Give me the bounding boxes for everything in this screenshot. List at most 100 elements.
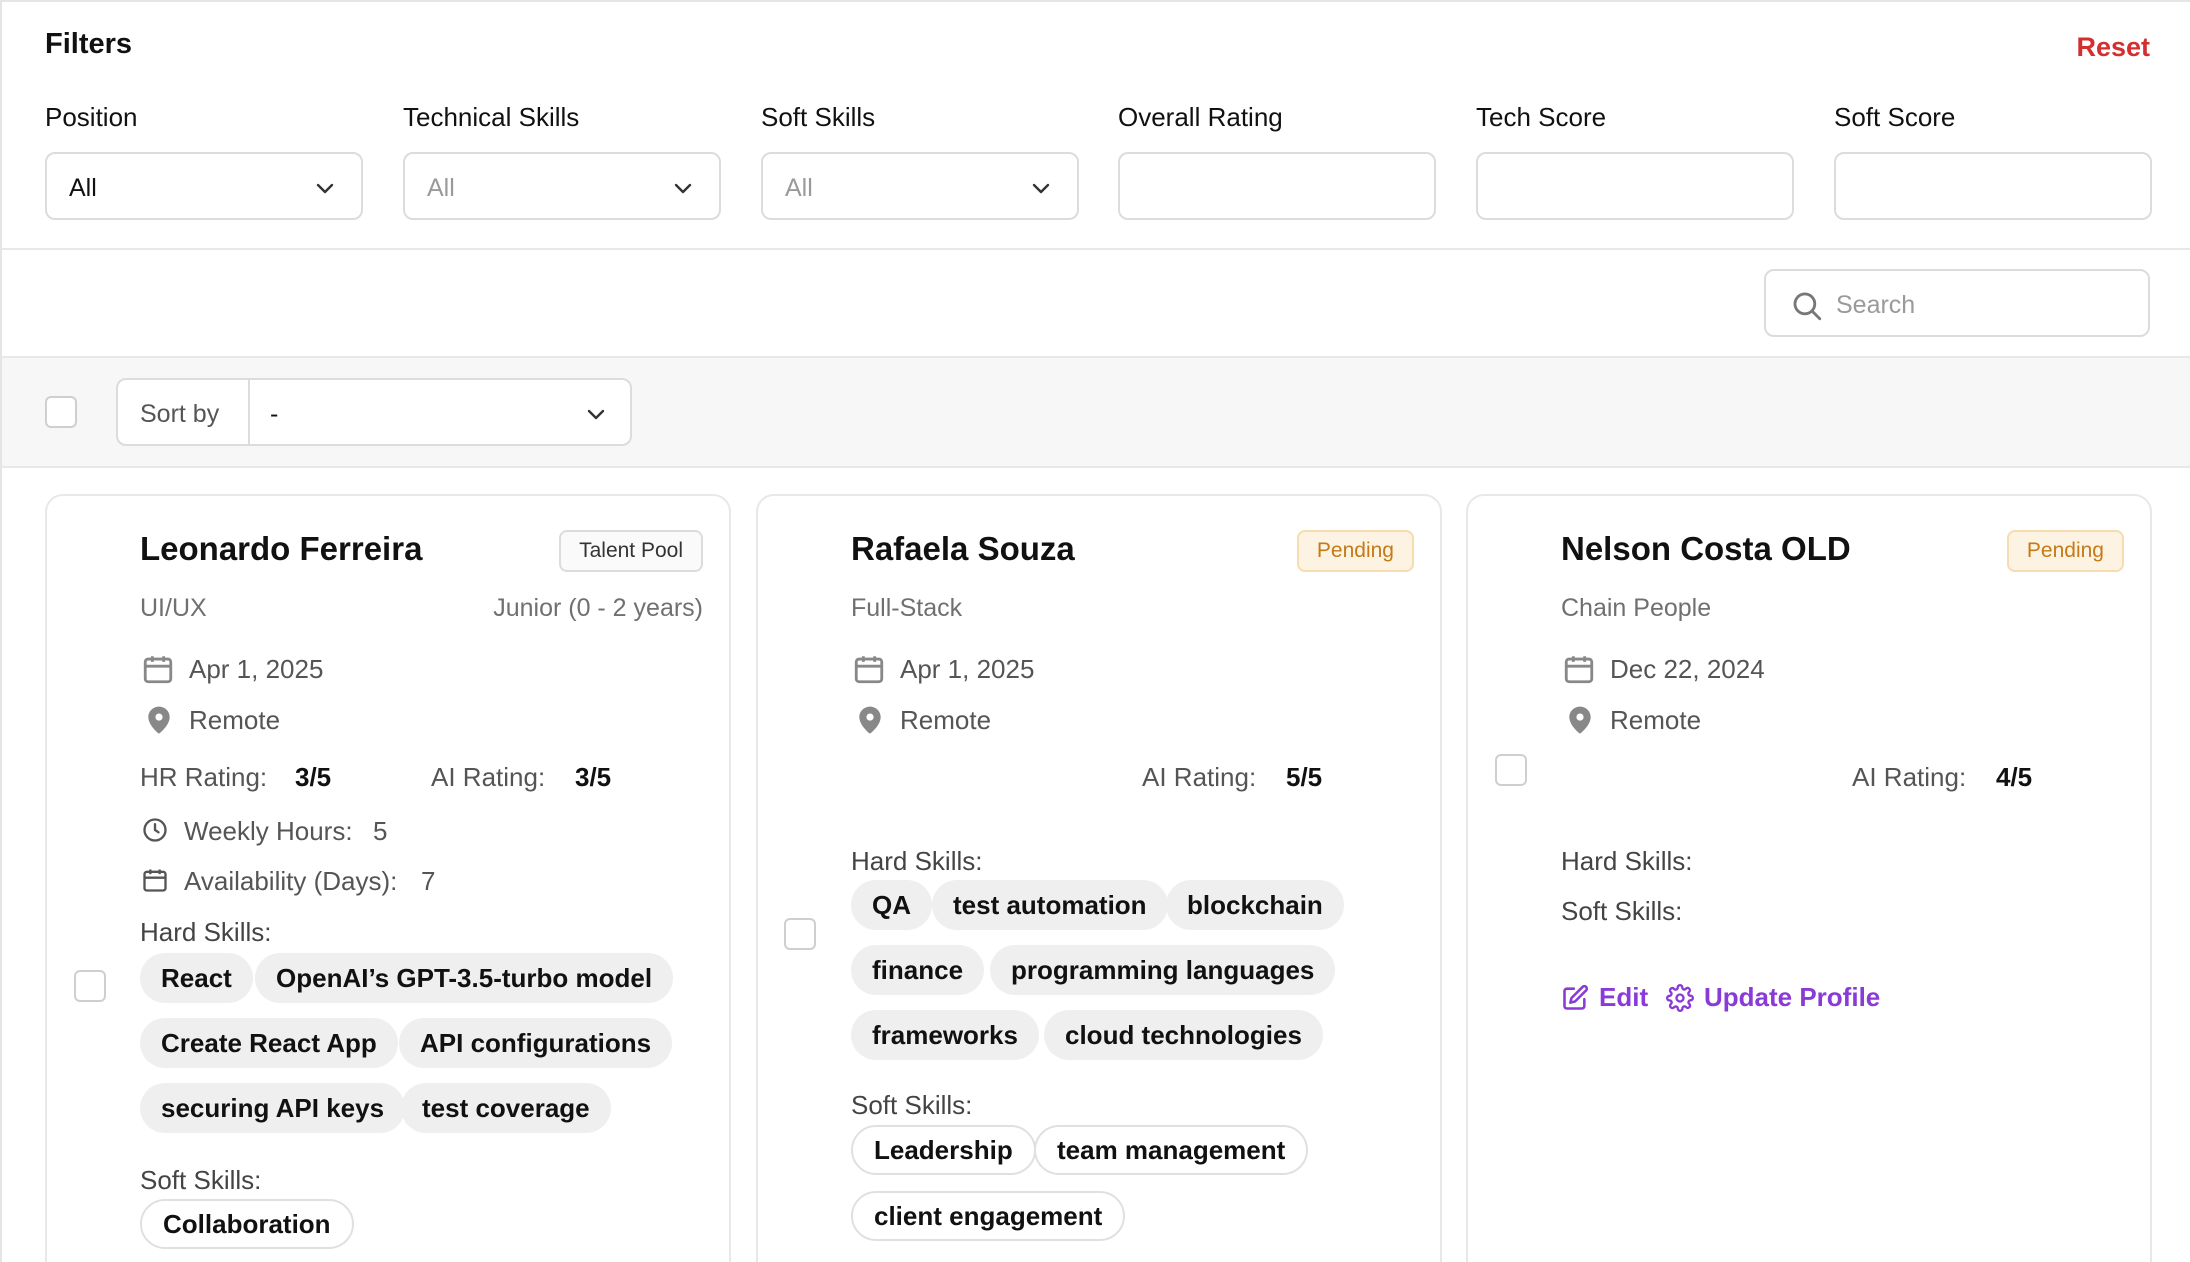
gear-icon <box>1666 983 1694 1012</box>
position-select[interactable]: All <box>45 152 363 220</box>
clock-icon <box>143 818 167 842</box>
candidate-card[interactable]: Nelson Costa OLD Pending Chain People De… <box>1466 494 2152 1262</box>
calendar-icon <box>143 869 167 892</box>
skill-chip: test automation <box>932 880 1168 930</box>
skill-chip: team management <box>1034 1125 1309 1175</box>
calendar-icon <box>854 656 884 684</box>
soft-skills-label: Soft Skills: <box>851 1090 973 1120</box>
hr-rating-value: 3/5 <box>295 762 332 792</box>
hard-skills-label: Hard Skills: <box>1561 846 1693 876</box>
candidate-role: Chain People <box>1561 594 1712 622</box>
edit-button[interactable]: Edit <box>1561 982 1648 1013</box>
soft-skills-label: Soft Skills: <box>1561 896 1683 926</box>
hard-skills-label: Hard Skills: <box>851 846 983 876</box>
filter-label-technical-skills: Technical Skills <box>403 102 580 132</box>
soft-skills-select-value: All <box>785 174 813 202</box>
candidate-seniority: Junior (0 - 2 years) <box>493 594 703 622</box>
chevron-down-icon <box>674 183 692 194</box>
edit-label: Edit <box>1599 982 1649 1012</box>
ai-rating-label: AI Rating: <box>1142 762 1257 792</box>
soft-skills-select[interactable]: All <box>761 152 1079 220</box>
search-input[interactable] <box>1836 285 2126 325</box>
skill-chip: test coverage <box>401 1083 611 1133</box>
weekly-hours-value: 5 <box>373 816 388 846</box>
ai-rating-value: 5/5 <box>1286 762 1323 792</box>
status-badge: Talent Pool <box>559 530 703 572</box>
hr-rating-label: HR Rating: <box>140 762 268 792</box>
divider <box>2 466 2190 468</box>
ai-rating-label: AI Rating: <box>1852 762 1967 792</box>
skill-chip: Collaboration <box>140 1199 354 1249</box>
sort-separator <box>248 380 250 444</box>
search-box[interactable] <box>1764 269 2150 337</box>
skill-chip: client engagement <box>851 1191 1126 1241</box>
candidate-location: Remote <box>900 705 992 735</box>
tech-score-input[interactable] <box>1476 152 1794 220</box>
candidate-checkbox[interactable] <box>784 918 816 950</box>
candidate-date: Apr 1, 2025 <box>189 654 324 684</box>
location-pin-icon <box>1569 706 1591 734</box>
reset-button[interactable]: Reset <box>2076 32 2150 63</box>
divider <box>2 248 2190 250</box>
candidate-name: Rafaela Souza <box>851 530 1075 567</box>
skill-chip: Leadership <box>851 1125 1036 1175</box>
candidate-location: Remote <box>189 705 281 735</box>
filter-label-tech-score: Tech Score <box>1476 102 1607 132</box>
chevron-down-icon <box>1032 183 1050 194</box>
calendar-icon <box>1564 656 1594 684</box>
chevron-down-icon <box>587 409 605 420</box>
sort-value: - <box>270 400 279 428</box>
candidate-date: Dec 22, 2024 <box>1610 654 1765 684</box>
edit-icon <box>1563 984 1589 1010</box>
candidate-card[interactable]: Rafaela Souza Pending Full-Stack Apr 1, … <box>756 494 1442 1262</box>
sort-label: Sort by <box>140 400 220 428</box>
filters-title: Filters <box>45 28 133 60</box>
filter-label-soft-score: Soft Score <box>1834 102 1956 132</box>
skill-chip: OpenAI’s GPT-3.5-turbo model <box>255 953 674 1003</box>
candidate-role: UI/UX <box>140 594 207 622</box>
filter-label-soft-skills: Soft Skills <box>761 102 876 132</box>
update-profile-label: Update Profile <box>1704 982 1881 1012</box>
candidate-checkbox[interactable] <box>1495 754 1527 786</box>
skill-chip: cloud technologies <box>1044 1010 1323 1060</box>
status-badge: Pending <box>1296 530 1414 572</box>
skill-chip: React <box>140 953 253 1003</box>
ai-rating-value: 3/5 <box>575 762 612 792</box>
candidate-date: Apr 1, 2025 <box>900 654 1035 684</box>
skill-chip: QA <box>851 880 932 930</box>
search-icon <box>1793 292 1822 321</box>
skill-chip: API configurations <box>399 1018 673 1068</box>
ai-rating-label: AI Rating: <box>431 762 546 792</box>
position-select-value: All <box>69 174 97 202</box>
location-pin-icon <box>148 706 170 734</box>
skill-chip: programming languages <box>990 945 1336 995</box>
skill-chip: blockchain <box>1166 880 1344 930</box>
filter-label-overall-rating: Overall Rating <box>1118 102 1283 132</box>
calendar-icon <box>143 656 173 684</box>
skill-chip: securing API keys <box>140 1083 406 1133</box>
hard-skills-label: Hard Skills: <box>140 917 272 947</box>
candidate-name: Leonardo Ferreira <box>140 530 423 567</box>
soft-skills-label: Soft Skills: <box>140 1165 262 1195</box>
select-all-checkbox[interactable] <box>45 396 77 428</box>
overall-rating-input[interactable] <box>1118 152 1436 220</box>
ai-rating-value: 4/5 <box>1996 762 2033 792</box>
candidate-location: Remote <box>1610 705 1702 735</box>
filter-label-position: Position <box>45 102 138 132</box>
soft-score-input[interactable] <box>1834 152 2152 220</box>
candidate-name: Nelson Costa OLD <box>1561 530 1851 567</box>
location-pin-icon <box>859 706 881 734</box>
availability-value: 7 <box>421 866 436 896</box>
skill-chip: Create React App <box>140 1018 398 1068</box>
chevron-down-icon <box>316 183 334 194</box>
skill-chip: frameworks <box>851 1010 1039 1060</box>
weekly-hours-label: Weekly Hours: <box>184 816 353 846</box>
technical-skills-select[interactable]: All <box>403 152 721 220</box>
candidate-checkbox[interactable] <box>74 970 106 1002</box>
candidate-card[interactable]: Leonardo Ferreira Talent Pool UI/UX Juni… <box>45 494 731 1262</box>
status-badge: Pending <box>2006 530 2124 572</box>
update-profile-button[interactable]: Update Profile <box>1666 982 1880 1013</box>
sort-select[interactable]: Sort by - <box>116 378 632 446</box>
candidates-page: Filters Reset Position Technical Skills … <box>0 0 2190 1262</box>
skill-chip: finance <box>851 945 985 995</box>
